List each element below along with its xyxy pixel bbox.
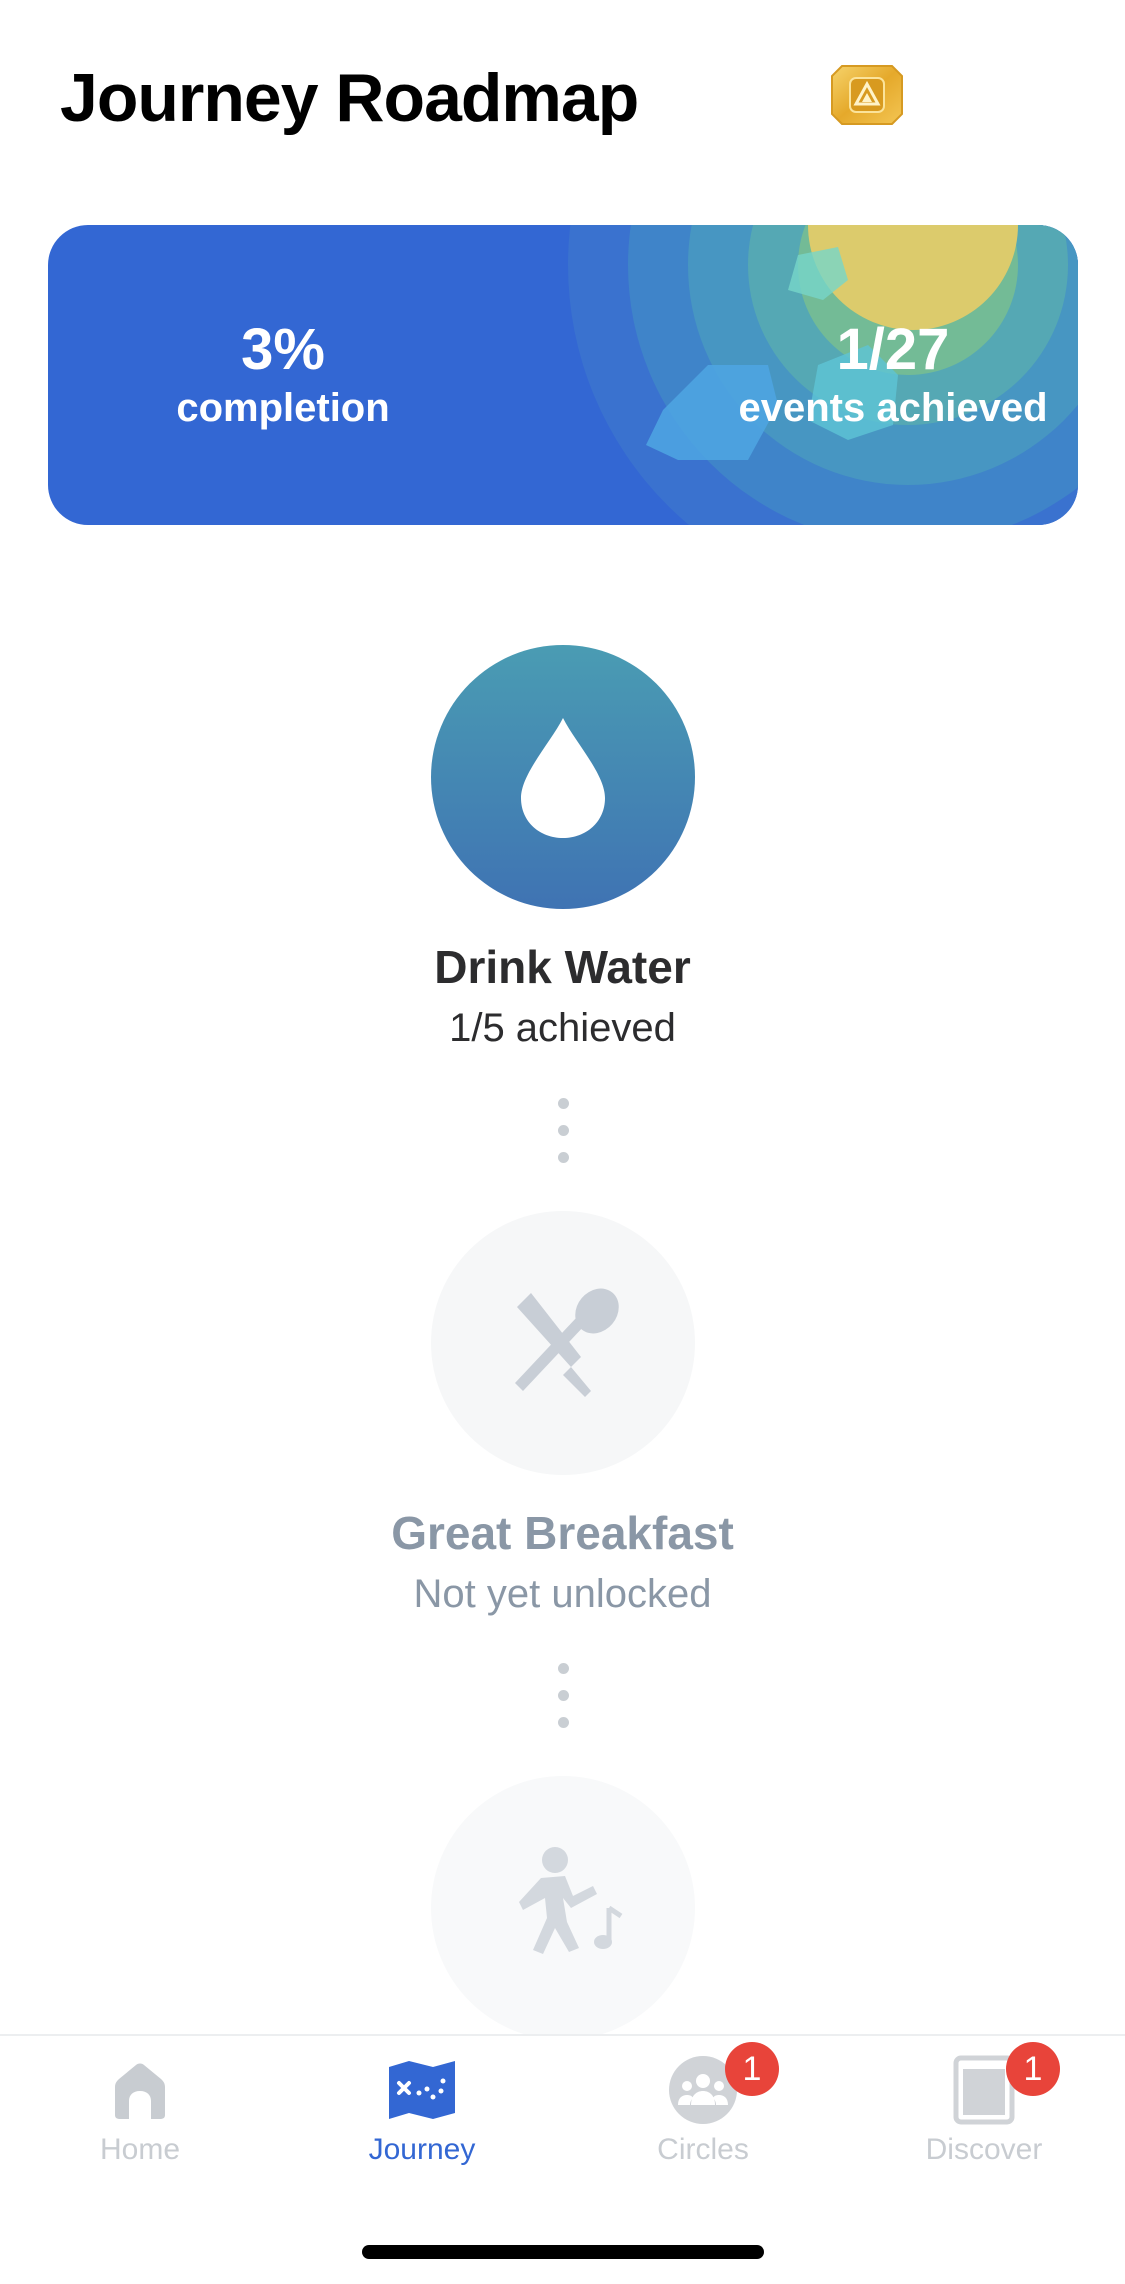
roadmap-node-great-breakfast[interactable]: Great Breakfast Not yet unlocked bbox=[0, 1211, 1125, 1619]
journey-map-icon bbox=[386, 2054, 458, 2126]
tab-home[interactable]: Home bbox=[40, 2054, 240, 2168]
dancing-person-icon bbox=[430, 1776, 695, 2040]
notification-badge: 1 bbox=[1006, 2042, 1060, 2096]
node-title: Great Breakfast bbox=[391, 1507, 734, 1559]
tab-label: Circles bbox=[657, 2133, 749, 2166]
roadmap-node-drink-water[interactable]: Drink Water 1/5 achieved bbox=[0, 645, 1125, 1053]
home-icon bbox=[104, 2054, 176, 2126]
connector-dots bbox=[556, 1098, 570, 1163]
events-value: 1/27 bbox=[836, 317, 950, 382]
page-header: Journey Roadmap bbox=[60, 58, 639, 138]
node-status: Not yet unlocked bbox=[413, 1572, 712, 1616]
circles-group-icon: 1 bbox=[667, 2042, 779, 2126]
utensils-icon bbox=[430, 1211, 695, 1475]
tab-circles[interactable]: 1 Circles bbox=[603, 2042, 803, 2168]
water-drop-icon bbox=[430, 645, 695, 909]
progress-summary-card: 3% completion 1/27 events achieved bbox=[48, 225, 1078, 525]
node-title: Drink Water bbox=[434, 941, 691, 993]
tab-label: Home bbox=[99, 2133, 181, 2166]
completion-value: 3% bbox=[241, 317, 325, 382]
node-status: 1/5 achieved bbox=[449, 1006, 676, 1050]
completion-stat: 3% completion bbox=[48, 225, 518, 525]
gold-badge-icon[interactable] bbox=[828, 62, 906, 128]
events-label: events achieved bbox=[738, 386, 1048, 430]
home-indicator[interactable] bbox=[362, 2245, 764, 2259]
tab-label: Discover bbox=[925, 2133, 1043, 2166]
discover-icon: 1 bbox=[948, 2042, 1060, 2126]
tab-discover[interactable]: 1 Discover bbox=[884, 2042, 1084, 2168]
roadmap-node-locked[interactable] bbox=[0, 1776, 1125, 2040]
connector-dots bbox=[556, 1663, 570, 1728]
notification-badge: 1 bbox=[725, 2042, 779, 2096]
events-stat: 1/27 events achieved bbox=[608, 225, 1078, 525]
completion-label: completion bbox=[176, 386, 390, 430]
tab-journey[interactable]: Journey bbox=[322, 2054, 522, 2168]
tab-label: Journey bbox=[368, 2133, 476, 2166]
page-title: Journey Roadmap bbox=[60, 60, 639, 136]
